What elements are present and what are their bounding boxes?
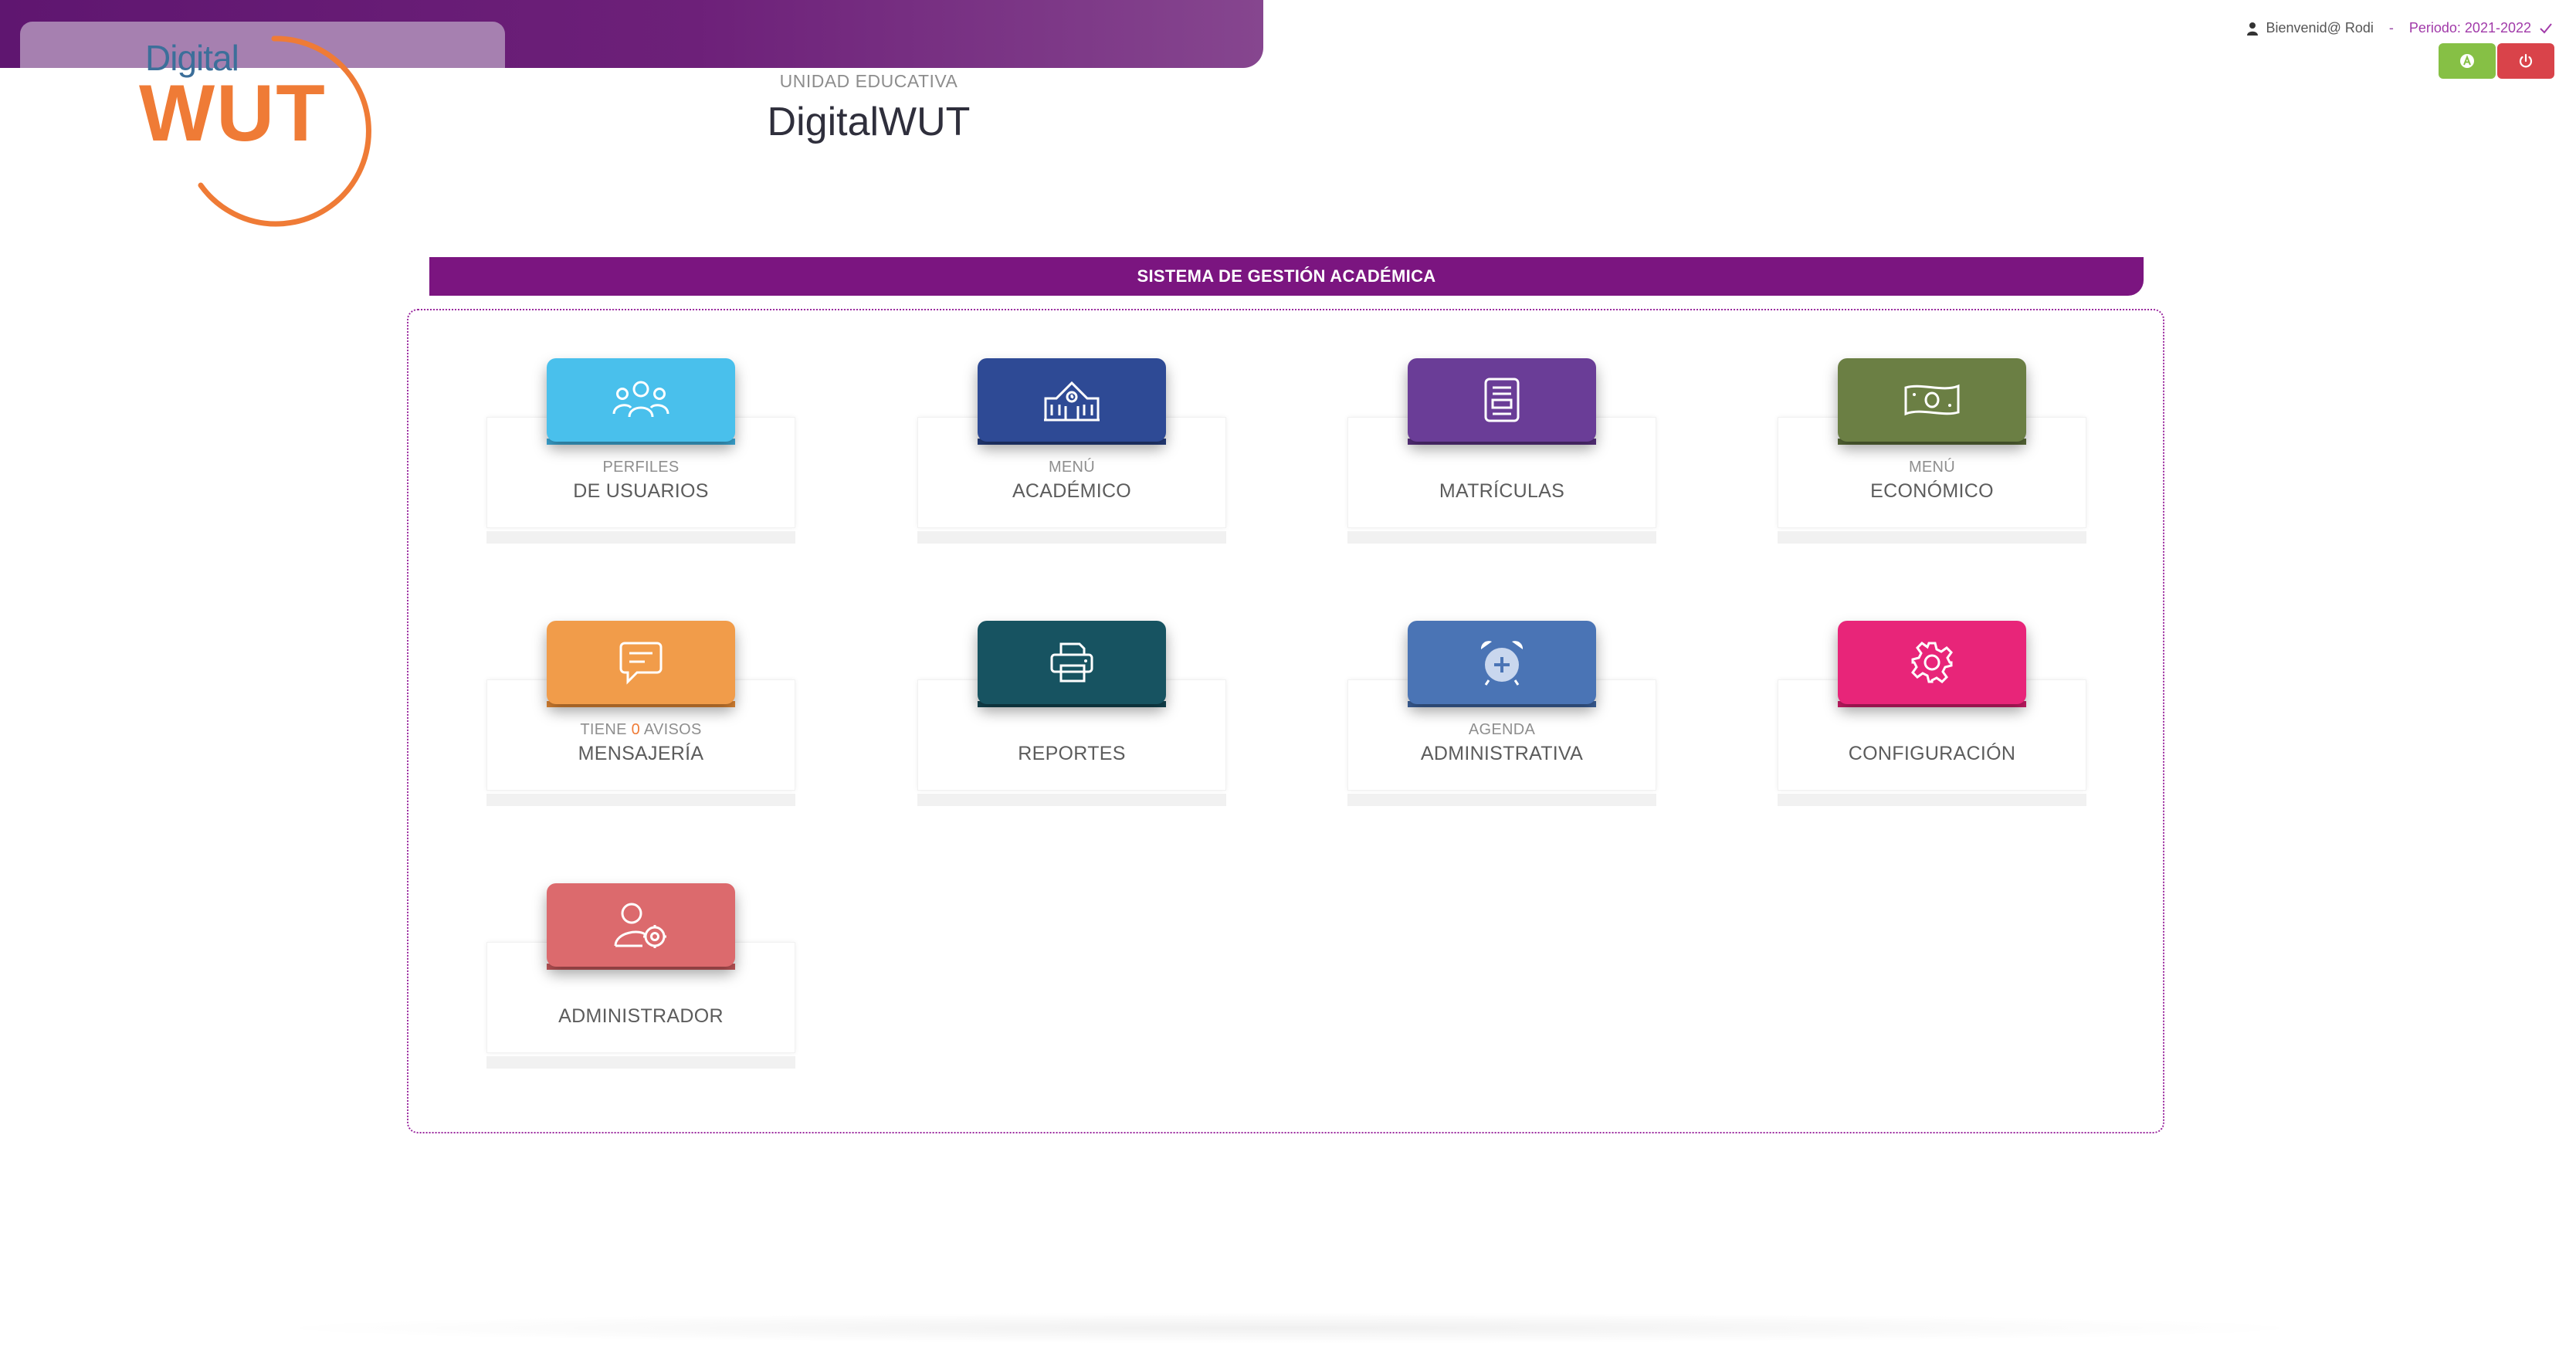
tile-icon-box xyxy=(1408,621,1596,704)
tile-agenda-administrativa[interactable]: AGENDA ADMINISTRATIVA xyxy=(1347,621,1656,806)
document-icon xyxy=(1484,378,1520,422)
tile-icon-box xyxy=(1838,358,2026,442)
language-button[interactable] xyxy=(2439,43,2496,79)
power-icon xyxy=(2519,53,2533,68)
tile-subtitle: MENÚ xyxy=(1048,459,1096,476)
tile-subtitle: MENÚ xyxy=(1908,459,1956,476)
logout-button[interactable] xyxy=(2497,43,2554,79)
tile-mensajeria[interactable]: TIENE 0 AVISOS MENSAJERÍA xyxy=(486,621,795,806)
tile-icon-box xyxy=(1408,358,1596,442)
tile-footer-strip xyxy=(1778,794,2086,806)
notices-count: 0 xyxy=(631,721,641,738)
message-icon xyxy=(619,642,663,685)
a-circle-icon xyxy=(2460,54,2474,68)
tile-icon-box xyxy=(547,883,735,967)
section-title: SISTEMA DE GESTIÓN ACADÉMICA xyxy=(429,257,2144,296)
tile-reportes[interactable]: REPORTES xyxy=(917,621,1226,806)
tile-icon-box xyxy=(547,621,735,704)
school-building-icon xyxy=(1044,381,1100,422)
tile-matriculas[interactable]: MATRÍCULAS xyxy=(1347,358,1656,544)
tile-icon-box xyxy=(547,358,735,442)
tile-subtitle: AGENDA xyxy=(1468,721,1536,738)
tile-title: ADMINISTRATIVA xyxy=(1420,743,1584,764)
welcome-text: Bienvenid@ Rodi xyxy=(2266,20,2374,36)
tile-perfiles-usuarios[interactable]: PERFILES DE USUARIOS xyxy=(486,358,795,544)
page: Digital WUT UNIDAD EDUCATIVA DigitalWUT … xyxy=(0,0,2576,1345)
tile-icon-box xyxy=(978,621,1166,704)
tile-footer-strip xyxy=(486,794,795,806)
user-icon xyxy=(2246,22,2258,36)
user-bar: Bienvenid@ Rodi - Periodo: 2021-2022 xyxy=(2246,20,2553,36)
tile-menu-economico[interactable]: MENÚ ECONÓMICO xyxy=(1778,358,2086,544)
tile-title: DE USUARIOS xyxy=(573,480,709,502)
notices-prefix: TIENE xyxy=(580,721,627,738)
tile-icon-box xyxy=(1838,621,2026,704)
tile-icon-box xyxy=(978,358,1166,442)
printer-icon xyxy=(1050,642,1093,683)
userbar-separator: - xyxy=(2388,20,2394,36)
user-settings-icon xyxy=(614,903,666,948)
tile-title: ECONÓMICO xyxy=(1870,480,1994,502)
tile-title: MENSAJERÍA xyxy=(578,743,704,764)
institution-label: UNIDAD EDUCATIVA xyxy=(779,71,958,91)
tile-footer-strip xyxy=(917,794,1226,806)
alarm-clock-icon xyxy=(1480,641,1524,686)
tile-title: REPORTES xyxy=(1018,743,1126,764)
tile-footer-strip xyxy=(486,1056,795,1069)
tile-footer-strip xyxy=(1347,531,1656,544)
tile-subtitle: PERFILES xyxy=(602,459,680,476)
footer-shadow xyxy=(255,1313,2324,1343)
tile-title: ACADÉMICO xyxy=(1012,480,1132,502)
period-text[interactable]: Periodo: 2021-2022 xyxy=(2409,20,2531,36)
tile-menu-academico[interactable]: MENÚ ACADÉMICO xyxy=(917,358,1226,544)
institution-name: DigitalWUT xyxy=(767,100,971,144)
users-icon xyxy=(612,381,669,418)
tile-subtitle: TIENE 0 AVISOS xyxy=(486,721,795,739)
tile-footer-strip xyxy=(1347,794,1656,806)
app-logo[interactable]: Digital WUT xyxy=(139,31,402,239)
notices-suffix: AVISOS xyxy=(643,721,702,738)
tile-title: ADMINISTRADOR xyxy=(558,1005,724,1027)
tile-footer-strip xyxy=(486,531,795,544)
tile-title: CONFIGURACIÓN xyxy=(1848,743,2016,764)
tile-administrador[interactable]: ADMINISTRADOR xyxy=(486,883,795,1069)
check-icon xyxy=(2540,22,2552,33)
gear-icon xyxy=(1911,642,1953,683)
tile-configuracion[interactable]: CONFIGURACIÓN xyxy=(1778,621,2086,806)
logo-wut-text: WUT xyxy=(139,69,327,158)
tile-footer-strip xyxy=(917,531,1226,544)
banknote-icon xyxy=(1904,384,1960,416)
tile-footer-strip xyxy=(1778,531,2086,544)
tile-title: MATRÍCULAS xyxy=(1439,480,1565,502)
